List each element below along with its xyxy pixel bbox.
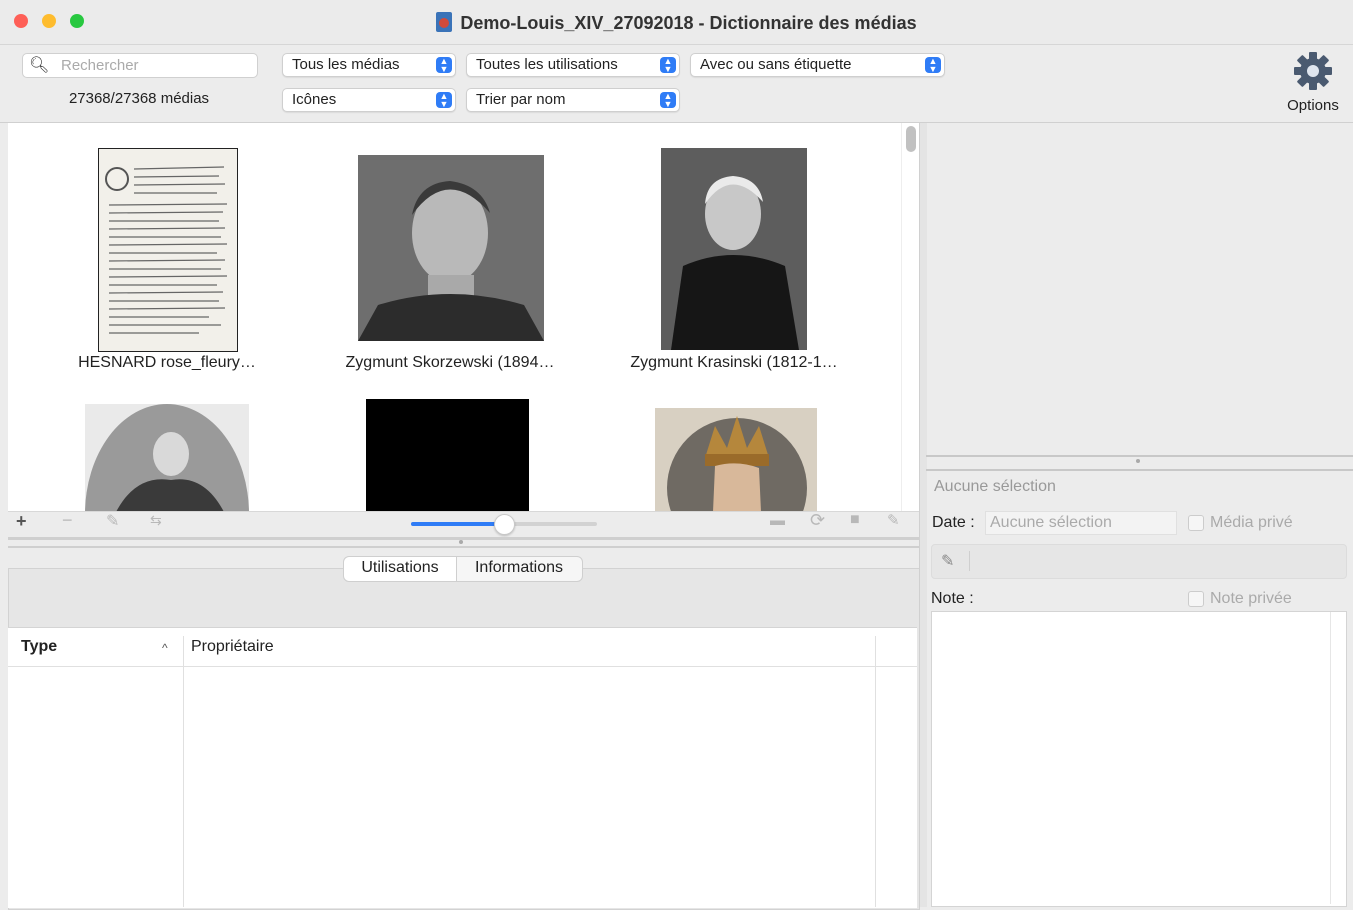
private-media-checkbox[interactable] <box>1188 515 1204 531</box>
media-type-filter-label: Tous les médias <box>292 56 400 73</box>
chevron-updown-icon: ▲ ▼ <box>660 57 676 74</box>
chevron-updown-icon: ▲ ▼ <box>925 57 941 74</box>
horizontal-splitter[interactable] <box>8 537 919 540</box>
date-placeholder: Aucune sélection <box>990 514 1112 531</box>
media-preview <box>926 123 1353 455</box>
media-grid[interactable]: HESNARD rose_fleury… Zygmunt Skorzewski … <box>8 123 901 511</box>
note-label: Note : <box>931 590 974 607</box>
date-label: Date : <box>932 514 975 531</box>
view-mode-label: Icônes <box>292 91 337 108</box>
crown-image <box>655 408 817 511</box>
label-edit-bar[interactable]: ✎ <box>931 544 1347 579</box>
tab-informations[interactable]: Informations <box>456 557 582 581</box>
chevron-updown-icon: ▲ ▼ <box>660 92 676 109</box>
document-icon <box>436 12 453 32</box>
sort-label: Trier par nom <box>476 91 566 108</box>
media-thumbnail[interactable] <box>366 399 529 511</box>
column-header-type[interactable]: Type <box>21 638 57 656</box>
vertical-splitter[interactable] <box>919 123 927 907</box>
grid-scroll-thumb[interactable] <box>906 126 916 152</box>
splitter-handle[interactable] <box>1136 459 1140 463</box>
zoom-slider-fill <box>411 522 504 526</box>
save-icon[interactable]: ■ <box>850 511 860 529</box>
column-divider <box>183 636 184 907</box>
private-media-label: Média privé <box>1210 514 1293 531</box>
media-type-filter[interactable]: Tous les médias ▲ ▼ <box>282 53 456 77</box>
media-caption: Zygmunt Krasinski (1812-1… <box>630 354 838 371</box>
chevron-updown-icon: ▲ ▼ <box>436 92 452 109</box>
tab-bar: Utilisations Informations <box>343 556 583 582</box>
edit-note-icon[interactable]: ✎ <box>887 511 900 529</box>
gear-icon[interactable] <box>1290 50 1336 92</box>
media-caption: Zygmunt Skorzewski (1894… <box>345 354 555 371</box>
grid-scrollbar[interactable] <box>901 123 920 511</box>
portrait-image <box>661 148 807 350</box>
media-thumbnail[interactable] <box>661 148 807 350</box>
preview-splitter[interactable] <box>926 455 1353 471</box>
usage-table[interactable] <box>8 627 917 908</box>
media-thumbnail[interactable] <box>85 404 249 511</box>
private-note-checkbox[interactable] <box>1188 591 1204 607</box>
sort-select[interactable]: Trier par nom ▲ ▼ <box>466 88 680 112</box>
window-title: Demo-Louis_XIV_27092018 - Dictionnaire d… <box>0 12 1353 34</box>
zoom-slider-knob[interactable] <box>494 514 515 535</box>
media-thumbnail[interactable] <box>358 155 544 341</box>
date-field[interactable]: Aucune sélection <box>985 511 1177 535</box>
usage-table-header <box>8 628 917 667</box>
search-placeholder: Rechercher <box>61 57 139 74</box>
merge-icon[interactable]: ⇆ <box>150 512 162 529</box>
note-textarea[interactable] <box>931 611 1347 907</box>
divider <box>969 551 970 571</box>
label-filter[interactable]: Avec ou sans étiquette ▲ ▼ <box>690 53 945 77</box>
media-thumbnail[interactable] <box>655 408 817 511</box>
view-mode-select[interactable]: Icônes ▲ ▼ <box>282 88 456 112</box>
column-divider <box>875 636 876 907</box>
media-thumbnail[interactable] <box>98 148 238 352</box>
sort-ascending-icon[interactable]: ^ <box>162 641 168 655</box>
media-caption: HESNARD rose_fleury… <box>78 354 256 371</box>
column-header-owner[interactable]: Propriétaire <box>191 638 274 656</box>
splitter-handle[interactable] <box>459 540 463 544</box>
search-field[interactable]: 🔍︎ Rechercher <box>22 53 258 78</box>
portrait-image <box>85 404 249 511</box>
private-note-label: Note privée <box>1210 590 1292 607</box>
label-filter-label: Avec ou sans étiquette <box>700 56 852 73</box>
tab-usages[interactable]: Utilisations <box>344 557 457 581</box>
document-image <box>105 166 228 334</box>
edit-media-icon[interactable]: ✎ <box>106 511 119 531</box>
portrait-image <box>358 155 544 341</box>
add-media-button[interactable]: + <box>16 511 27 532</box>
folder-icon[interactable]: ▬ <box>770 512 785 529</box>
pencil-icon[interactable]: ✎ <box>941 551 954 571</box>
usage-filter[interactable]: Toutes les utilisations ▲ ▼ <box>466 53 680 77</box>
window-title-text: Demo-Louis_XIV_27092018 - Dictionnaire d… <box>460 13 917 33</box>
chevron-updown-icon: ▲ ▼ <box>436 57 452 74</box>
horizontal-splitter-line <box>8 546 919 548</box>
media-count: 27368/27368 médias <box>68 90 210 107</box>
refresh-icon[interactable]: ⟳ <box>810 510 825 531</box>
options-label[interactable]: Options <box>1275 97 1351 114</box>
search-icon[interactable]: 🔍︎ <box>29 55 49 75</box>
remove-media-button[interactable]: − <box>62 510 73 531</box>
usage-filter-label: Toutes les utilisations <box>476 56 618 73</box>
selection-status: Aucune sélection <box>934 478 1056 495</box>
note-scrollbar[interactable] <box>1330 612 1346 904</box>
